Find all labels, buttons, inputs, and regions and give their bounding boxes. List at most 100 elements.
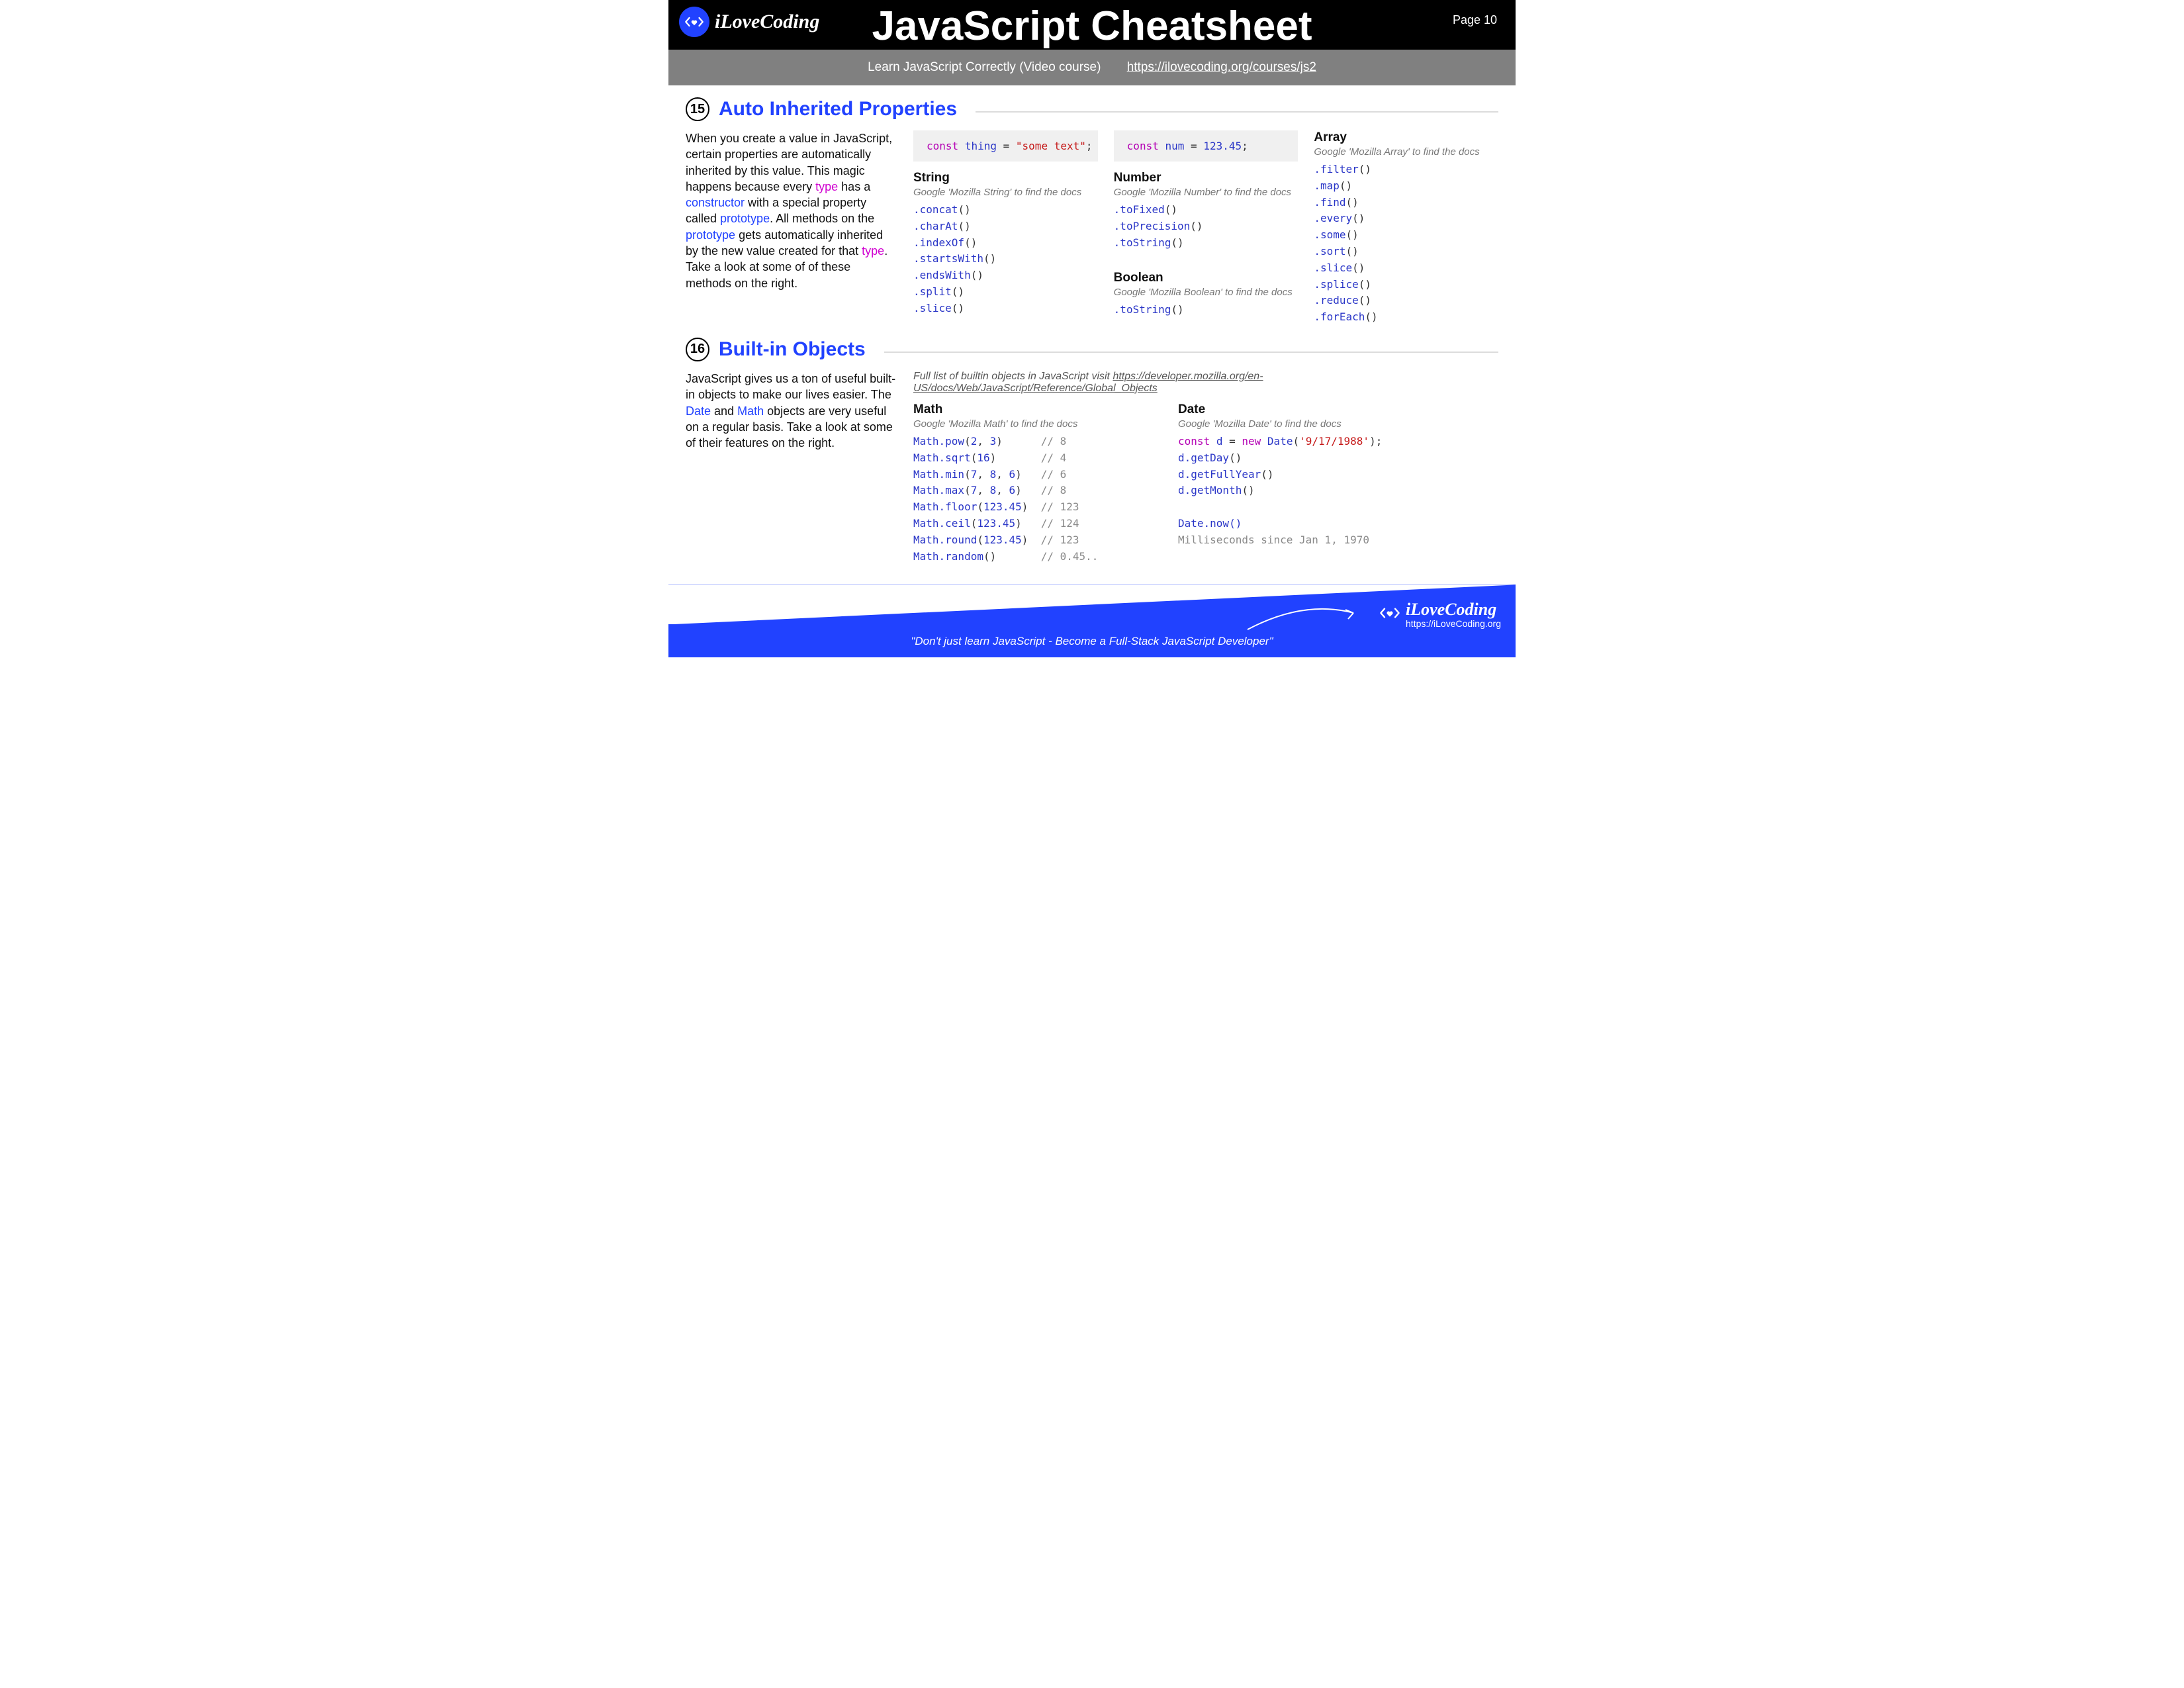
math-line: Math.max(7, 8, 6) // 8	[913, 483, 1138, 499]
date-column: Date Google 'Mozilla Date' to find the d…	[1178, 402, 1382, 565]
method-item: .filter()	[1314, 162, 1498, 178]
date-heading: Date	[1178, 402, 1382, 417]
method-item: .forEach()	[1314, 309, 1498, 326]
method-item: .toString()	[1114, 302, 1298, 318]
math-line: Math.round(123.45) // 123	[913, 532, 1138, 549]
method-item: .charAt()	[913, 218, 1098, 235]
intro-text-4: . All methods on the	[770, 212, 874, 225]
math-line: Math.floor(123.45) // 123	[913, 499, 1138, 516]
number-methods: .toFixed().toPrecision().toString()	[1114, 202, 1298, 251]
number-hint: Google 'Mozilla Number' to find the docs	[1114, 187, 1298, 198]
mdn-note: Full list of builtin objects in JavaScri…	[913, 371, 1498, 395]
footer: iLoveCoding https://iLoveCoding.org "Don…	[668, 585, 1516, 657]
section-16-header: 16 Built-in Objects	[686, 338, 1498, 361]
boolean-hint: Google 'Mozilla Boolean' to find the doc…	[1114, 287, 1298, 298]
footer-brand: iLoveCoding	[1406, 600, 1501, 618]
course-label: Learn JavaScript Correctly (Video course…	[868, 60, 1101, 74]
date-now: Date.now()	[1178, 517, 1242, 530]
section-15-rule	[976, 111, 1498, 113]
section-16-row: JavaScript gives us a ton of useful buil…	[686, 371, 1498, 565]
subheader-bar: Learn JavaScript Correctly (Video course…	[668, 50, 1516, 85]
math-line: Math.min(7, 8, 6) // 6	[913, 467, 1138, 483]
math-line: Math.sqrt(16) // 4	[913, 450, 1138, 467]
array-methods: .filter().map().find().every().some().so…	[1314, 162, 1498, 326]
section-16-right-area: Full list of builtin objects in JavaScri…	[913, 371, 1498, 565]
method-item: .endsWith()	[913, 267, 1098, 284]
number-code-box: const num = 123.45;	[1114, 130, 1298, 162]
section-16-title: Built-in Objects	[719, 338, 866, 361]
page-title: JavaScript Cheatsheet	[668, 3, 1516, 50]
header-bar: iLoveCoding JavaScript Cheatsheet Page 1…	[668, 0, 1516, 50]
method-item: .some()	[1314, 227, 1498, 244]
mdn-note-text: Full list of builtin objects in JavaScri…	[913, 371, 1113, 382]
kw-constructor: constructor	[686, 196, 745, 209]
section-16: 16 Built-in Objects JavaScript gives us …	[686, 338, 1498, 565]
string-heading: String	[913, 171, 1098, 185]
kw-type2: type	[862, 244, 884, 258]
method-item: .split()	[913, 284, 1098, 301]
date-method: d.getFullYear()	[1178, 467, 1382, 483]
method-item: .startsWith()	[913, 251, 1098, 267]
method-item: .slice()	[913, 301, 1098, 317]
method-item: .find()	[1314, 195, 1498, 211]
intro-text-2: has a	[838, 180, 870, 193]
array-hint: Google 'Mozilla Array' to find the docs	[1314, 146, 1498, 158]
array-heading: Array	[1314, 130, 1498, 145]
math-hint: Google 'Mozilla Math' to find the docs	[913, 418, 1138, 430]
s16-intro-2: and	[711, 404, 737, 418]
date-hint: Google 'Mozilla Date' to find the docs	[1178, 418, 1382, 430]
method-item: .splice()	[1314, 277, 1498, 293]
section-15-title: Auto Inherited Properties	[719, 98, 957, 120]
page-number: Page 10	[1453, 13, 1497, 27]
method-item: .toPrecision()	[1114, 218, 1298, 235]
math-column: Math Google 'Mozilla Math' to find the d…	[913, 402, 1138, 565]
boolean-methods: .toString()	[1114, 302, 1298, 318]
content-area: 15 Auto Inherited Properties When you cr…	[668, 85, 1516, 565]
method-item: .concat()	[913, 202, 1098, 218]
number-boolean-column: const num = 123.45; Number Google 'Mozil…	[1114, 130, 1298, 326]
string-methods: .concat().charAt().indexOf().startsWith(…	[913, 202, 1098, 317]
footer-url[interactable]: https://iLoveCoding.org	[1406, 619, 1501, 629]
kw-math: Math	[737, 404, 764, 418]
math-line: Math.ceil(123.45) // 124	[913, 516, 1138, 532]
date-lines: const d = new Date('9/17/1988'); d.getDa…	[1178, 434, 1382, 549]
footer-brand-area: iLoveCoding https://iLoveCoding.org	[1379, 600, 1501, 628]
method-item: .reduce()	[1314, 293, 1498, 309]
method-item: .indexOf()	[913, 235, 1098, 252]
method-item: .sort()	[1314, 244, 1498, 260]
section-15-badge: 15	[686, 97, 709, 121]
intro-text-7: Take a look at some of of these methods …	[686, 260, 850, 289]
boolean-heading: Boolean	[1114, 271, 1298, 285]
method-item: .toFixed()	[1114, 202, 1298, 218]
string-column: const thing = "some text"; String Google…	[913, 130, 1098, 326]
section-16-badge: 16	[686, 338, 709, 361]
footer-quote: "Don't just learn JavaScript - Become a …	[668, 635, 1516, 648]
kw-type: type	[815, 180, 838, 193]
section-16-intro: JavaScript gives us a ton of useful buil…	[686, 371, 897, 565]
footer-logo-icon	[1379, 602, 1400, 627]
date-method: d.getDay()	[1178, 450, 1382, 467]
string-hint: Google 'Mozilla String' to find the docs	[913, 187, 1098, 198]
section-15-header: 15 Auto Inherited Properties	[686, 97, 1498, 121]
math-line: Math.pow(2, 3) // 8	[913, 434, 1138, 450]
string-code-box: const thing = "some text";	[913, 130, 1098, 162]
math-line: Math.random() // 0.45..	[913, 549, 1138, 565]
math-heading: Math	[913, 402, 1138, 417]
section-15-row: When you create a value in JavaScript, c…	[686, 130, 1498, 326]
kw-prototype: prototype	[720, 212, 770, 225]
course-link[interactable]: https://ilovecoding.org/courses/js2	[1127, 60, 1316, 74]
method-item: .slice()	[1314, 260, 1498, 277]
math-lines: Math.pow(2, 3) // 8Math.sqrt(16) // 4Mat…	[913, 434, 1138, 565]
date-milli: Milliseconds since Jan 1, 1970	[1178, 532, 1382, 549]
section-15-intro: When you create a value in JavaScript, c…	[686, 130, 897, 326]
page-root: iLoveCoding JavaScript Cheatsheet Page 1…	[668, 0, 1516, 657]
date-method: d.getMonth()	[1178, 483, 1382, 499]
s16-intro-1: JavaScript gives us a ton of useful buil…	[686, 372, 895, 401]
kw-prototype2: prototype	[686, 228, 735, 242]
number-heading: Number	[1114, 171, 1298, 185]
intro-text-6: .	[884, 244, 887, 258]
method-item: .toString()	[1114, 235, 1298, 252]
section-16-rule	[884, 352, 1498, 353]
method-item: .map()	[1314, 178, 1498, 195]
method-item: .every()	[1314, 211, 1498, 227]
